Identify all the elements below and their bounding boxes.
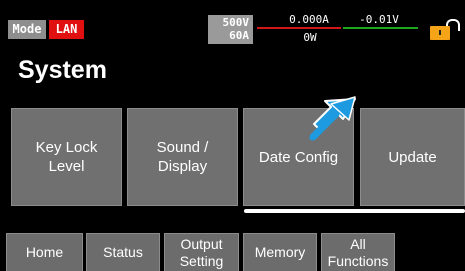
tab-home-label: Home bbox=[25, 244, 64, 260]
page-scroll-indicator bbox=[244, 209, 465, 213]
voltage-rating: 500V bbox=[222, 16, 250, 29]
tab-output-setting[interactable]: Output Setting bbox=[164, 233, 239, 271]
tab-all-functions[interactable]: All Functions bbox=[321, 233, 395, 271]
mode-indicator[interactable]: Mode bbox=[8, 20, 46, 39]
tab-home[interactable]: Home bbox=[6, 233, 83, 271]
tab-memory-label: Memory bbox=[254, 244, 306, 260]
output-rating-badge: 500V 60A bbox=[208, 15, 253, 44]
current-indicator-line bbox=[257, 27, 341, 29]
measured-power: 0W bbox=[303, 31, 317, 44]
update-button[interactable]: Update bbox=[360, 108, 465, 206]
tab-status[interactable]: Status bbox=[86, 233, 160, 271]
tab-output-setting-label: Output Setting bbox=[179, 235, 224, 269]
lock-body bbox=[430, 26, 450, 40]
pointer-arrow-icon bbox=[309, 96, 356, 141]
lan-indicator: LAN bbox=[49, 20, 84, 39]
update-label: Update bbox=[388, 148, 437, 166]
sound-display-button[interactable]: Sound / Display bbox=[127, 108, 238, 206]
sound-display-label: Sound / Display bbox=[156, 139, 209, 175]
key-lock-level-label: Key Lock Level bbox=[35, 139, 98, 175]
tab-all-functions-label: All Functions bbox=[327, 235, 389, 269]
tab-status-label: Status bbox=[103, 244, 143, 260]
key-lock-level-button[interactable]: Key Lock Level bbox=[11, 108, 122, 206]
voltage-indicator-line bbox=[343, 27, 418, 29]
measured-current: 0.000A bbox=[289, 13, 329, 26]
measured-voltage: -0.01V bbox=[359, 13, 399, 26]
tab-memory[interactable]: Memory bbox=[243, 233, 317, 271]
current-rating: 60A bbox=[229, 29, 249, 42]
page-title: System bbox=[18, 56, 107, 84]
date-config-label: Date Config bbox=[258, 148, 339, 166]
lock-keyhole bbox=[439, 30, 441, 35]
